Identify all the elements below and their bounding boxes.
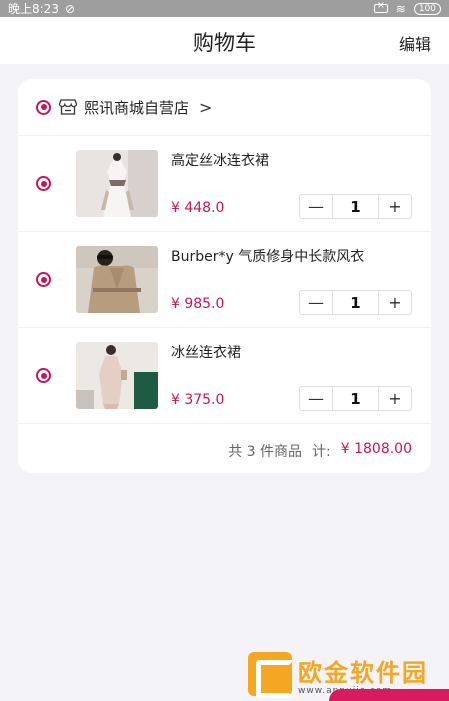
shop-select-radio[interactable]	[36, 99, 51, 115]
cart-card: 熙讯商城自营店 > 高定丝冰连衣裙 ¥ 448.0 — 1 + Burber*y…	[18, 79, 431, 473]
status-bar: 晚上8:23 ⊘ ≋ 100	[0, 0, 449, 17]
item-price: ¥ 375.0	[171, 392, 225, 408]
store-icon	[59, 99, 77, 115]
sim-icon	[373, 0, 388, 13]
total-label: 计:	[312, 444, 331, 460]
item-select-radio[interactable]	[36, 272, 51, 287]
item-select-radio[interactable]	[36, 368, 51, 383]
quantity-stepper: — 1 +	[299, 386, 412, 411]
checkout-button-edge[interactable]	[329, 689, 449, 701]
increase-button[interactable]: +	[378, 195, 411, 218]
increase-button[interactable]: +	[378, 291, 411, 314]
item-title: 高定丝冰连衣裙	[171, 153, 269, 169]
page-title: 购物车	[193, 31, 256, 55]
quantity-stepper: — 1 +	[299, 290, 412, 315]
quantity-value[interactable]: 1	[333, 291, 378, 314]
increase-button[interactable]: +	[378, 387, 411, 410]
cart-item: 冰丝连衣裙 ¥ 375.0 — 1 +	[18, 328, 431, 424]
quantity-value[interactable]: 1	[333, 387, 378, 410]
item-select-radio[interactable]	[36, 176, 51, 191]
item-price: ¥ 448.0	[171, 200, 225, 216]
watermark-icon	[248, 652, 294, 698]
chevron-right-icon: >	[199, 97, 213, 117]
wifi-icon: ≋	[395, 1, 406, 16]
item-price: ¥ 985.0	[171, 296, 225, 312]
battery-icon: 100	[413, 2, 441, 15]
cart-item: Burber*y 气质修身中长款风衣 ¥ 985.0 — 1 +	[18, 232, 431, 328]
item-title: Burber*y 气质修身中长款风衣	[171, 249, 365, 265]
decrease-button[interactable]: —	[300, 291, 333, 314]
nav-bar: 购物车 编辑	[0, 17, 449, 64]
product-image[interactable]	[76, 246, 158, 313]
shop-name: 熙讯商城自营店	[84, 98, 190, 117]
cart-summary: 共 3 件商品 计: ¥ 1808.00	[228, 441, 412, 461]
decrease-button[interactable]: —	[300, 195, 333, 218]
product-image[interactable]	[76, 150, 158, 217]
watermark-cn: 欧金软件园	[298, 658, 428, 687]
status-icons: ≋ 100	[373, 0, 441, 16]
edit-button[interactable]: 编辑	[399, 31, 431, 55]
notification-off-icon: ⊘	[64, 1, 76, 16]
status-time: 晚上8:23	[8, 2, 59, 16]
shop-header[interactable]: 熙讯商城自营店 >	[18, 79, 431, 136]
product-image[interactable]	[76, 342, 158, 409]
decrease-button[interactable]: —	[300, 387, 333, 410]
item-count: 共 3 件商品	[228, 444, 303, 460]
total-price: ¥ 1808.00	[340, 441, 412, 457]
quantity-stepper: — 1 +	[299, 194, 412, 219]
status-time-group: 晚上8:23 ⊘	[8, 0, 75, 17]
cart-item: 高定丝冰连衣裙 ¥ 448.0 — 1 +	[18, 136, 431, 232]
item-title: 冰丝连衣裙	[171, 345, 241, 361]
quantity-value[interactable]: 1	[333, 195, 378, 218]
